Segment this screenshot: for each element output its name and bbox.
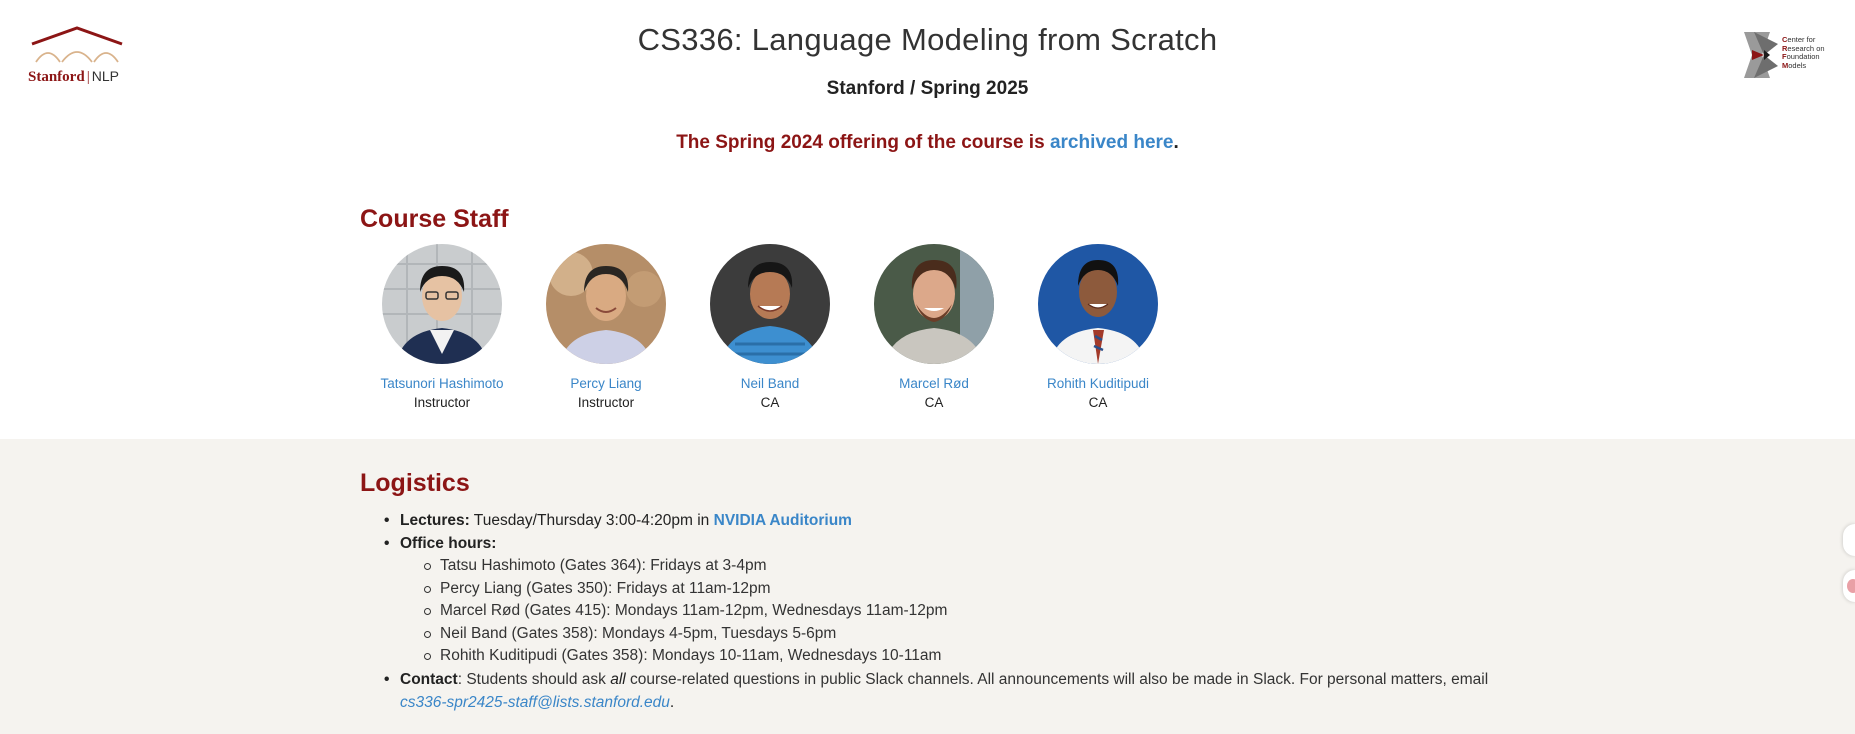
contact-label: Contact xyxy=(400,670,458,688)
course-staff-heading: Course Staff xyxy=(360,205,509,233)
avatar[interactable] xyxy=(546,244,666,364)
avatar[interactable] xyxy=(382,244,502,364)
staff-role: CA xyxy=(760,395,780,410)
side-widget-tab[interactable] xyxy=(1843,570,1855,602)
lectures-label: Lectures: xyxy=(400,512,470,529)
office-hours-entry: Marcel Rød (Gates 415): Mondays 11am-12p… xyxy=(400,600,1520,623)
avatar[interactable] xyxy=(710,244,830,364)
staff-card: Tatsunori Hashimoto Instructor xyxy=(360,244,524,410)
page-title: CS336: Language Modeling from Scratch xyxy=(637,22,1218,57)
staff-role: Instructor xyxy=(577,395,635,410)
office-hours-entry: Rohith Kuditipudi (Gates 358): Mondays 1… xyxy=(400,645,1520,668)
logistics-list: Lectures: Tuesday/Thursday 3:00-4:20pm i… xyxy=(384,509,1520,714)
staff-card: Rohith Kuditipudi CA xyxy=(1016,244,1180,410)
logistics-section: Logistics Lectures: Tuesday/Thursday 3:0… xyxy=(0,439,1855,734)
assistant-icon xyxy=(1847,579,1855,593)
contact-emphasis: all xyxy=(610,670,626,688)
staff-list: Tatsunori Hashimoto Instructor Percy Lia… xyxy=(360,244,1180,410)
crfm-line: Models xyxy=(1782,60,1807,70)
archive-notice: The Spring 2024 offering of the course i… xyxy=(0,132,1855,154)
staff-name-link[interactable]: Neil Band xyxy=(688,376,852,391)
staff-role: CA xyxy=(924,395,944,410)
staff-name-link[interactable]: Rohith Kuditipudi xyxy=(1016,376,1180,391)
staff-name-link[interactable]: Tatsunori Hashimoto xyxy=(360,376,524,391)
page-subtitle: Stanford / Spring 2025 xyxy=(826,78,1029,99)
staff-card: Neil Band CA xyxy=(688,244,852,410)
staff-email-link[interactable]: cs336-spr2425-staff@lists.stanford.edu xyxy=(400,694,670,711)
archive-notice-text: The Spring 2024 offering of the course i… xyxy=(676,132,1050,153)
contact-item: Contact: Students should ask all course-… xyxy=(384,668,1520,714)
office-hours-item: Office hours: Tatsu Hashimoto (Gates 364… xyxy=(384,532,1520,668)
lectures-text: Tuesday/Thursday 3:00-4:20pm in xyxy=(469,512,714,529)
contact-text-continued: course-related questions in public Slack… xyxy=(625,670,1489,688)
staff-card: Percy Liang Instructor xyxy=(524,244,688,410)
office-hours-list: Tatsu Hashimoto (Gates 364): Fridays at … xyxy=(400,555,1520,668)
staff-card: Marcel Rød CA xyxy=(852,244,1016,410)
staff-role: Instructor xyxy=(413,395,471,410)
archive-link[interactable]: archived here xyxy=(1050,132,1174,153)
lecture-location-link[interactable]: NVIDIA Auditorium xyxy=(714,512,852,529)
avatar[interactable] xyxy=(874,244,994,364)
office-hours-entry: Tatsu Hashimoto (Gates 364): Fridays at … xyxy=(400,555,1520,578)
lectures-item: Lectures: Tuesday/Thursday 3:00-4:20pm i… xyxy=(384,509,1520,532)
staff-name-link[interactable]: Percy Liang xyxy=(524,376,688,391)
contact-period: . xyxy=(669,693,675,711)
staff-role: CA xyxy=(1088,395,1108,410)
contact-text: : Students should ask xyxy=(457,670,611,688)
logistics-heading: Logistics xyxy=(360,469,470,497)
archive-notice-period: . xyxy=(1173,132,1179,153)
office-hours-entry: Percy Liang (Gates 350): Fridays at 11am… xyxy=(400,578,1520,601)
avatar[interactable] xyxy=(1038,244,1158,364)
staff-name-link[interactable]: Marcel Rød xyxy=(852,376,1016,391)
side-widget-tab[interactable] xyxy=(1843,524,1855,556)
office-hours-entry: Neil Band (Gates 358): Mondays 4-5pm, Tu… xyxy=(400,623,1520,646)
office-hours-label: Office hours: xyxy=(400,535,497,552)
